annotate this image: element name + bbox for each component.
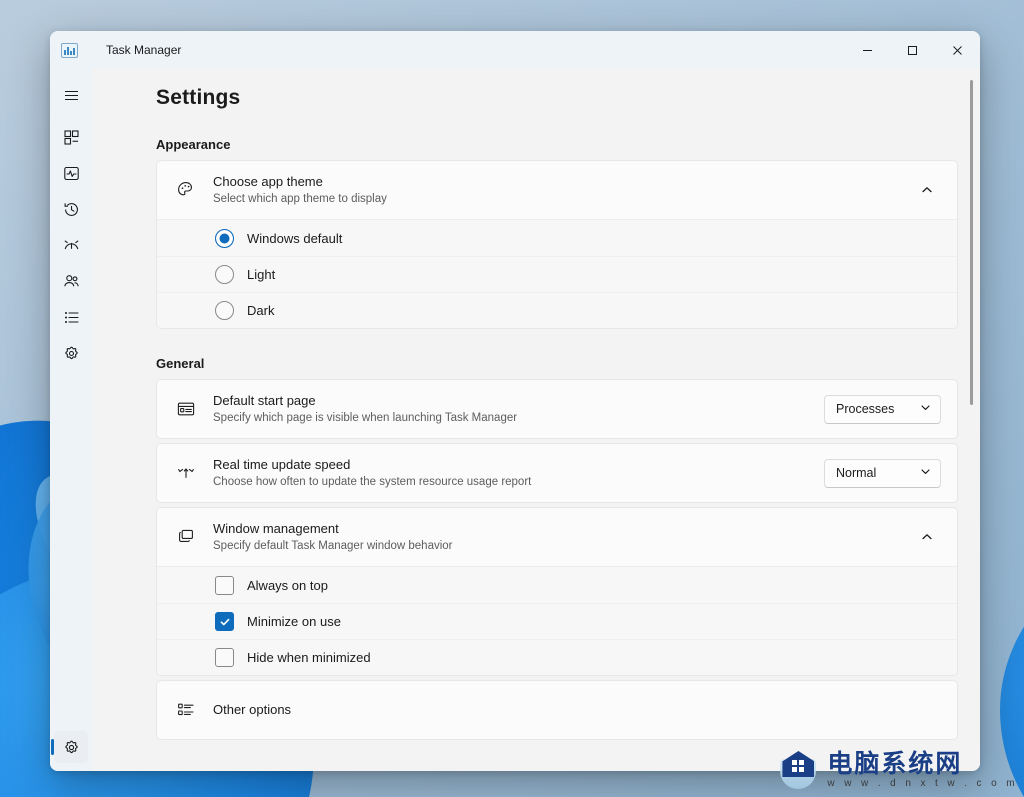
watermark-logo-icon xyxy=(778,749,820,791)
dropdown-value: Processes xyxy=(836,402,894,416)
checkbox-option-minimize-on-use[interactable]: Minimize on use xyxy=(157,603,957,639)
checkbox-option-always-on-top[interactable]: Always on top xyxy=(157,567,957,603)
radio-label: Dark xyxy=(247,303,274,318)
sidebar-item-details[interactable] xyxy=(54,301,88,333)
minimize-icon[interactable] xyxy=(845,31,890,69)
desktop-wallpaper: Task Manager xyxy=(0,0,1024,797)
speed-gauge-icon xyxy=(175,462,197,484)
card-description: Specify which page is visible when launc… xyxy=(213,410,808,426)
card-description: Select which app theme to display xyxy=(213,191,897,207)
window-management-options-group: Always on top Minimize on use xyxy=(157,566,957,675)
chart-icon xyxy=(61,43,78,58)
maximize-icon[interactable] xyxy=(890,31,935,69)
page-title: Settings xyxy=(156,86,980,110)
sidebar-item-services[interactable] xyxy=(54,337,88,369)
real-time-update-speed-dropdown[interactable]: Normal xyxy=(824,459,941,488)
radio-indicator[interactable] xyxy=(215,265,234,284)
radio-indicator[interactable] xyxy=(215,229,234,248)
checkbox-label: Hide when minimized xyxy=(247,650,371,665)
close-icon[interactable] xyxy=(935,31,980,69)
default-start-page-dropdown[interactable]: Processes xyxy=(824,395,941,424)
chevron-up-icon[interactable] xyxy=(913,523,941,551)
window-page-icon xyxy=(175,398,197,420)
title-bar: Task Manager xyxy=(50,31,980,69)
radio-label: Windows default xyxy=(247,231,342,246)
chevron-down-icon xyxy=(920,402,931,416)
sidebar-item-app-history[interactable] xyxy=(54,193,88,225)
card-description: Choose how often to update the system re… xyxy=(213,474,808,490)
checkbox-label: Always on top xyxy=(247,578,328,593)
card-real-time-update-speed: Real time update speed Choose how often … xyxy=(156,443,958,503)
card-description: Specify default Task Manager window beha… xyxy=(213,538,897,554)
sidebar-item-settings[interactable] xyxy=(54,731,88,763)
radio-option-dark[interactable]: Dark xyxy=(157,292,957,328)
theme-options-group: Windows default Light Dark xyxy=(157,219,957,328)
windows-stack-icon xyxy=(175,526,197,548)
chevron-down-icon xyxy=(920,466,931,480)
card-title: Window management xyxy=(213,520,897,537)
card-default-start-page: Default start page Specify which page is… xyxy=(156,379,958,439)
card-choose-app-theme: Choose app theme Select which app theme … xyxy=(156,160,958,329)
watermark: 电脑系统网 w w w . d n x t w . c o m xyxy=(778,749,1018,791)
card-title: Other options xyxy=(213,701,941,718)
section-heading-general: General xyxy=(156,356,980,371)
section-heading-appearance: Appearance xyxy=(156,137,980,152)
radio-indicator[interactable] xyxy=(215,301,234,320)
navigation-rail xyxy=(50,69,92,771)
card-header-other-options[interactable]: Other options xyxy=(157,681,957,739)
settings-content: Settings Appearance xyxy=(92,69,980,771)
watermark-url: w w w . d n x t w . c o m xyxy=(827,777,1018,790)
radio-option-windows-default[interactable]: Windows default xyxy=(157,220,957,256)
card-other-options: Other options xyxy=(156,680,958,740)
sidebar-item-processes[interactable] xyxy=(54,121,88,153)
checkbox-indicator[interactable] xyxy=(215,576,234,595)
checkbox-label: Minimize on use xyxy=(247,614,341,629)
checkbox-indicator[interactable] xyxy=(215,612,234,631)
radio-label: Light xyxy=(247,267,275,282)
chevron-up-icon[interactable] xyxy=(913,176,941,204)
card-header-window-management[interactable]: Window management Specify default Task M… xyxy=(157,508,957,566)
task-manager-window: Task Manager xyxy=(50,31,980,771)
hamburger-menu-icon[interactable] xyxy=(54,79,88,111)
card-title: Choose app theme xyxy=(213,173,897,190)
vertical-scrollbar[interactable] xyxy=(970,80,973,405)
card-header-real-time-update-speed: Real time update speed Choose how often … xyxy=(157,444,957,502)
radio-option-light[interactable]: Light xyxy=(157,256,957,292)
palette-icon xyxy=(175,179,197,201)
sidebar-item-users[interactable] xyxy=(54,265,88,297)
checkbox-option-hide-when-minimized[interactable]: Hide when minimized xyxy=(157,639,957,675)
card-title: Real time update speed xyxy=(213,456,808,473)
sidebar-item-startup-apps[interactable] xyxy=(54,229,88,261)
dropdown-value: Normal xyxy=(836,466,876,480)
card-header-choose-app-theme[interactable]: Choose app theme Select which app theme … xyxy=(157,161,957,219)
watermark-site-name: 电脑系统网 xyxy=(827,750,1018,777)
card-window-management: Window management Specify default Task M… xyxy=(156,507,958,676)
card-title: Default start page xyxy=(213,392,808,409)
card-header-default-start-page: Default start page Specify which page is… xyxy=(157,380,957,438)
options-list-icon xyxy=(175,699,197,721)
window-title: Task Manager xyxy=(106,43,181,57)
checkbox-indicator[interactable] xyxy=(215,648,234,667)
sidebar-item-performance[interactable] xyxy=(54,157,88,189)
